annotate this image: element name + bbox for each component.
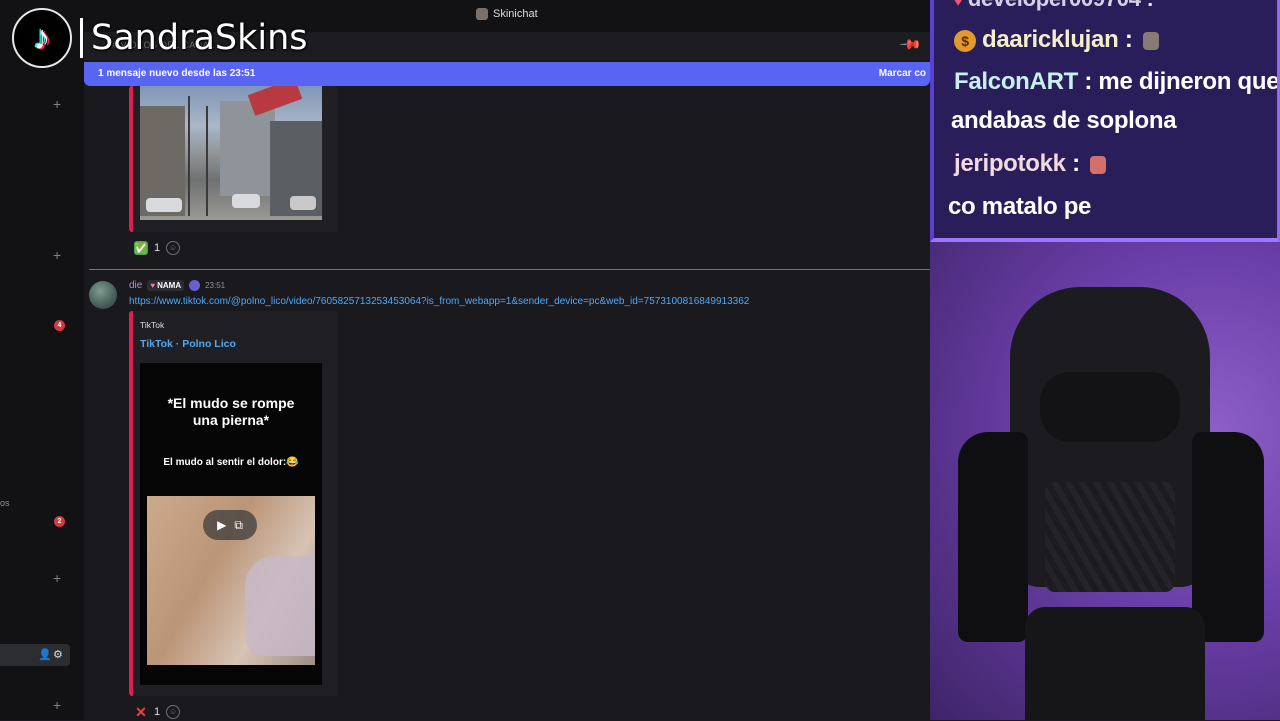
streamer-name: SandraSkins [91, 18, 308, 58]
play-icon: ▶ [217, 518, 227, 532]
add-channel-icon[interactable]: + [53, 96, 61, 112]
unread-badge: 2 [54, 516, 65, 527]
chat-message: andabas de soplona [951, 107, 1177, 134]
add-reaction-icon[interactable]: ☺ [166, 705, 181, 719]
webcam-feed [930, 242, 1280, 720]
guild-tag[interactable]: ♥ NAMA [147, 280, 185, 291]
chat-line: co matalo pe [948, 193, 1091, 221]
voice-channel-item[interactable]: 👤 ⚙ [0, 644, 70, 666]
video-caption-line2: una pierna* [192, 412, 270, 428]
cross-reaction[interactable]: ✕ [134, 704, 148, 720]
chair-pillow [1040, 372, 1180, 442]
add-reaction-icon[interactable]: ☺ [166, 241, 181, 255]
window-title-text: Skinichat [493, 8, 538, 20]
video-caption-sub: El mudo al sentir el dolor:😂 [163, 457, 299, 468]
gear-icon[interactable]: ⚙ [53, 648, 63, 661]
chat-username: jeripotokk [954, 150, 1066, 177]
tiktok-link[interactable]: https://www.tiktok.com/@polno_lico/video… [129, 296, 749, 307]
unread-badge: 4 [54, 320, 65, 331]
sub-badge-icon: $ [954, 29, 976, 52]
play-button[interactable]: ▶ ⧉ [203, 510, 257, 540]
avatar[interactable] [89, 281, 117, 309]
reaction-bar: ✕ 1 ☺ [134, 704, 181, 720]
new-messages-divider [89, 269, 930, 270]
reaction-count: 1 [154, 706, 161, 718]
chair-arm-right [1192, 432, 1264, 642]
tiktok-logo-icon: ♪ [12, 8, 72, 68]
add-user-icon[interactable]: 👤 [38, 648, 52, 661]
streamer-brand: ♪ SandraSkins [12, 8, 308, 68]
add-channel-icon[interactable]: + [53, 570, 61, 586]
chair-seat [1025, 607, 1205, 720]
reaction-count: 1 [154, 242, 161, 254]
chair-pattern [1045, 482, 1175, 592]
stream-chat: ♥ developer009704 : $daaricklujan : Falc… [930, 0, 1280, 242]
role-badge-icon [189, 280, 201, 291]
chat-line: $ daaricklujan : [954, 26, 1159, 54]
video-thumbnail[interactable]: ▶ ⧉ [147, 496, 315, 665]
new-messages-text: 1 mensaje nuevo desde las 23:51 [98, 68, 256, 79]
chat-line: FalconART : me dijneron que [954, 68, 1280, 95]
message-username[interactable]: die [129, 280, 142, 291]
embed-provider: TikTok [140, 320, 165, 330]
heart-icon: ♥ [150, 281, 156, 290]
chair-arm-left [958, 432, 1028, 642]
mark-as-read-button[interactable]: Marcar co [879, 68, 926, 79]
add-channel-icon[interactable]: + [53, 247, 61, 263]
video-caption-line1: *El mudo se rompe [167, 395, 295, 411]
chat-line: ♥ developer009704 : [954, 0, 1154, 12]
window-title: Skinichat [476, 8, 538, 20]
emote-icon [1090, 155, 1107, 174]
chat-message: co matalo pe [948, 193, 1092, 220]
chat-message: me dijneron que [1098, 68, 1280, 95]
embed-title[interactable]: TikTok · Polno Lico [140, 338, 236, 350]
add-channel-icon[interactable]: + [53, 697, 61, 713]
check-reaction[interactable]: ✅ [134, 241, 148, 255]
tiktok-video-card[interactable]: *El mudo se rompe una pierna* El mudo al… [140, 363, 322, 685]
message-timestamp: 23:51 [205, 281, 226, 290]
chat-username: daaricklujan [982, 26, 1119, 53]
heart-icon: ♥ [954, 0, 963, 9]
channel-sidebar: + + 4 os 2 + 👤 ⚙ + [0, 32, 84, 720]
guild-tag-text: NAMA [157, 281, 182, 290]
sidebar-partial-label: os [0, 498, 10, 508]
chat-username: developer009704 [968, 0, 1141, 11]
message-header: die ♥ NAMA 23:51 [129, 280, 225, 291]
reaction-bar: ✅ 1 ☺ [134, 241, 181, 255]
brand-separator [80, 18, 83, 58]
chat-line: andabas de soplona [951, 107, 1177, 135]
street-photo[interactable] [140, 86, 322, 220]
external-icon: ⧉ [234, 517, 243, 532]
emote-icon [1142, 31, 1159, 50]
chat-line: jeripotokk : [954, 150, 1107, 178]
chat-username: FalconART [954, 68, 1078, 95]
server-icon [476, 8, 488, 20]
